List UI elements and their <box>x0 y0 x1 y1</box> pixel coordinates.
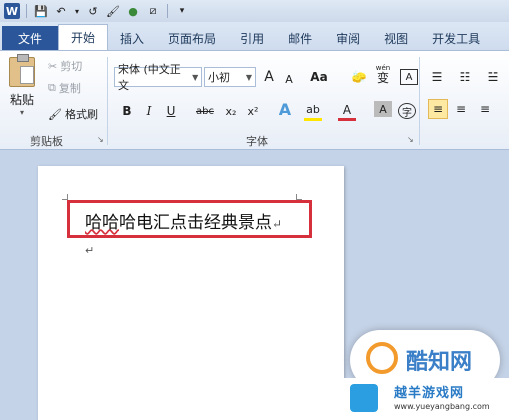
spelling-error-text: 哈哈 <box>85 213 119 233</box>
subscript-button[interactable]: x₂ <box>222 101 240 121</box>
copy-button[interactable]: ⧉ 复制 <box>48 79 81 97</box>
strikethrough-button[interactable]: abc <box>196 101 214 121</box>
italic-button[interactable]: I <box>140 101 158 121</box>
format-painter-icon: 🖌 <box>48 107 62 121</box>
tab-page-layout[interactable]: 页面布局 <box>156 26 228 50</box>
tab-view[interactable]: 视图 <box>372 26 420 50</box>
multilevel-list-button[interactable]: ☱ <box>484 67 502 87</box>
clear-formatting-icon[interactable]: 🧽 <box>350 67 368 87</box>
word-app-icon[interactable]: W <box>4 3 20 19</box>
chevron-down-icon[interactable]: ▼ <box>189 73 201 82</box>
watermark-circle-icon <box>366 342 398 374</box>
clipboard-dialog-launcher-icon[interactable]: ↘ <box>97 135 104 144</box>
font-color-button[interactable]: A <box>338 101 356 121</box>
document-text-rest: 哈电汇点击经典景点 <box>119 213 272 233</box>
watermark-title: 酷知网 <box>406 350 473 375</box>
tab-file[interactable]: 文件 <box>2 26 59 50</box>
ribbon-tabs: 文件 开始 插入 页面布局 引用 邮件 审阅 视图 开发工具 <box>0 22 509 50</box>
ribbon-home: 粘贴 ▾ ✂ 剪切 ⧉ 复制 🖌 格式刷 剪贴板 ↘ 宋体 (中文正文 ▼ 小初… <box>0 50 509 150</box>
format-painter-label: 格式刷 <box>64 108 98 121</box>
align-right-button[interactable]: ≡ <box>476 99 494 119</box>
phonetic-char: 变 <box>376 71 389 85</box>
change-case-button[interactable]: Aa <box>310 67 328 87</box>
watermark-logo: 酷知网 越羊游戏网 www.yueyangbang.com <box>340 330 509 420</box>
tab-references[interactable]: 引用 <box>228 26 276 50</box>
undo-dropdown-icon[interactable]: ▾ <box>73 3 81 19</box>
qat-separator <box>167 4 168 18</box>
phonetic-guide-button[interactable]: wén 变 <box>374 63 392 85</box>
redo-icon[interactable]: ↺ <box>85 3 101 19</box>
scissors-icon: ✂ <box>48 59 58 73</box>
numbering-button[interactable]: ☷ <box>456 67 474 87</box>
tab-mailings[interactable]: 邮件 <box>276 26 324 50</box>
underline-button[interactable]: U <box>162 101 180 121</box>
align-center-button[interactable]: ≡ <box>452 99 470 119</box>
paragraph-mark: ↵ <box>85 244 95 257</box>
copy-label: 复制 <box>58 82 81 95</box>
font-size-value: 小初 <box>208 71 230 84</box>
qat-separator <box>26 4 27 18</box>
font-name-combobox[interactable]: 宋体 (中文正文 ▼ <box>114 63 202 92</box>
enclose-characters-button[interactable]: 字 <box>398 103 416 119</box>
chevron-down-icon[interactable]: ▼ <box>243 73 255 82</box>
paragraph-mark: ↵ <box>272 217 283 231</box>
paste-dropdown-icon[interactable]: ▾ <box>20 108 24 117</box>
pen-icon[interactable]: ⧄ <box>145 3 161 19</box>
watermark-url: www.yueyangbang.com <box>394 402 490 411</box>
paste-icon <box>9 54 35 87</box>
font-group-label: 字体 <box>246 135 268 148</box>
watermark-site-name: 越羊游戏网 <box>394 386 465 401</box>
tab-developer[interactable]: 开发工具 <box>420 26 492 50</box>
tab-home[interactable]: 开始 <box>58 24 109 50</box>
text-effects-button[interactable]: A <box>276 99 294 119</box>
cut-label: 剪切 <box>60 60 83 73</box>
font-name-value: 宋体 (中文正文 <box>118 63 181 92</box>
undo-icon[interactable]: ↶ <box>53 3 69 19</box>
document-text-line[interactable]: 哈哈哈电汇点击经典景点↵ <box>85 208 282 233</box>
save-icon[interactable]: 💾 <box>33 3 49 19</box>
shrink-font-button[interactable]: A <box>280 69 298 89</box>
bold-button[interactable]: B <box>118 101 136 121</box>
font-size-combobox[interactable]: 小初 ▼ <box>204 67 256 87</box>
customize-qat-icon[interactable]: ▾ <box>174 3 190 19</box>
quick-access-toolbar: W 💾 ↶ ▾ ↺ 🖌 ● ⧄ ▾ <box>0 0 509 22</box>
bullets-button[interactable]: ☰ <box>428 67 446 87</box>
cut-button[interactable]: ✂ 剪切 <box>48 57 82 75</box>
highlight-color-button[interactable]: ab <box>304 101 322 121</box>
grow-font-button[interactable]: A <box>260 67 278 87</box>
character-border-button[interactable]: A <box>400 69 418 85</box>
format-painter-qat-icon[interactable]: 🖌 <box>105 3 121 19</box>
format-painter-button[interactable]: 🖌 格式刷 <box>48 105 98 123</box>
group-divider <box>419 57 420 145</box>
color-picker-icon[interactable]: ● <box>125 3 141 19</box>
clipboard-group-label: 剪贴板 <box>30 135 63 148</box>
tab-review[interactable]: 审阅 <box>324 26 372 50</box>
font-dialog-launcher-icon[interactable]: ↘ <box>407 135 414 144</box>
document-page[interactable]: 哈哈哈电汇点击经典景点↵ ↵ <box>38 166 344 420</box>
tab-insert[interactable]: 插入 <box>108 26 156 50</box>
wifi-icon <box>350 384 378 412</box>
paste-label: 粘贴 <box>9 93 34 107</box>
group-divider <box>107 57 108 145</box>
copy-icon: ⧉ <box>48 81 56 94</box>
superscript-button[interactable]: x² <box>244 101 262 121</box>
align-left-button[interactable]: ≡ <box>428 99 448 119</box>
paste-button[interactable]: 粘贴 ▾ <box>4 54 40 123</box>
character-shading-button[interactable]: A <box>374 101 392 117</box>
